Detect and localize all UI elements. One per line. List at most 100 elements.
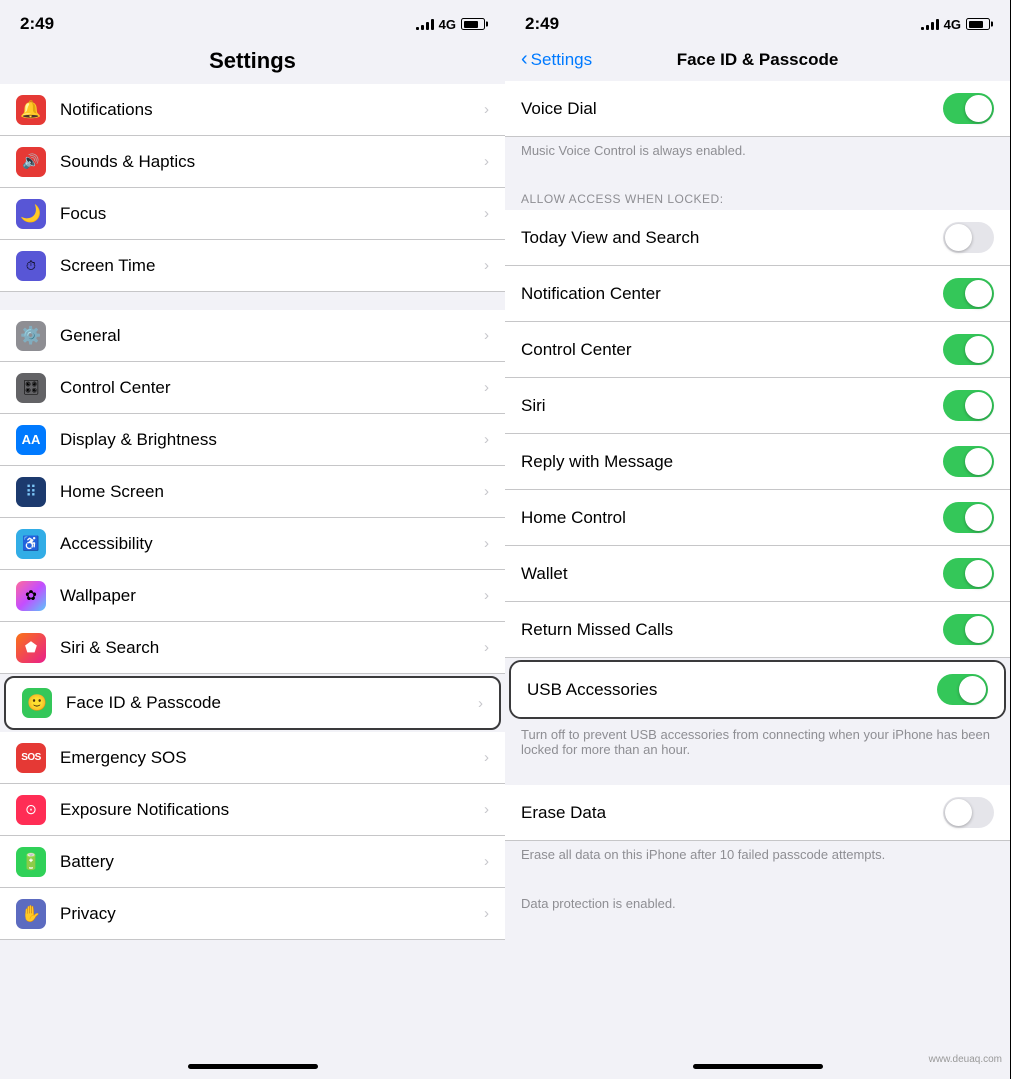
usb-accessories-label: USB Accessories — [527, 680, 937, 700]
erase-data-label: Erase Data — [521, 803, 943, 823]
home-indicator-left — [188, 1064, 318, 1069]
voice-dial-row[interactable]: Voice Dial — [505, 81, 1010, 137]
wallpaper-icon: ✿ — [16, 581, 46, 611]
accessibility-label: Accessibility — [60, 534, 484, 554]
settings-row-siri[interactable]: ⬟ Siri & Search › — [0, 622, 505, 674]
face-id-label: Face ID & Passcode — [66, 693, 478, 713]
notification-center-toggle[interactable] — [943, 278, 994, 309]
erase-note: Erase all data on this iPhone after 10 f… — [505, 841, 1010, 872]
privacy-icon: ✋ — [16, 899, 46, 929]
wallet-knob — [965, 560, 992, 587]
display-label: Display & Brightness — [60, 430, 484, 450]
status-bar-right: 2:49 4G — [505, 0, 1010, 40]
voice-dial-toggle[interactable] — [943, 93, 994, 124]
section-gap-1 — [0, 292, 505, 310]
chevron-control-center: › — [484, 379, 489, 396]
emergency-icon: SOS — [16, 743, 46, 773]
notification-center-row[interactable]: Notification Center — [505, 266, 1010, 322]
settings-row-privacy[interactable]: ✋ Privacy › — [0, 888, 505, 940]
emergency-label: Emergency SOS — [60, 748, 484, 768]
settings-row-general[interactable]: ⚙️ General › — [0, 310, 505, 362]
settings-row-battery[interactable]: 🔋 Battery › — [0, 836, 505, 888]
settings-group-1: 🔔 Notifications › 🔊 Sounds & Haptics › 🌙… — [0, 84, 505, 292]
chevron-siri: › — [484, 639, 489, 656]
chevron-display: › — [484, 431, 489, 448]
back-button[interactable]: ‹ Settings — [521, 48, 592, 71]
settings-row-screen-time[interactable]: ⏱ Screen Time › — [0, 240, 505, 292]
control-center-label-r: Control Center — [521, 340, 943, 360]
reply-message-row[interactable]: Reply with Message — [505, 434, 1010, 490]
today-view-label: Today View and Search — [521, 228, 943, 248]
settings-row-focus[interactable]: 🌙 Focus › — [0, 188, 505, 240]
signal-icon-right — [921, 18, 939, 30]
return-missed-row[interactable]: Return Missed Calls — [505, 602, 1010, 658]
voice-dial-group: Voice Dial Music Voice Control is always… — [505, 81, 1010, 168]
settings-row-emergency[interactable]: SOS Emergency SOS › — [0, 732, 505, 784]
today-view-toggle[interactable] — [943, 222, 994, 253]
face-id-icon: 🙂 — [22, 688, 52, 718]
notification-center-label: Notification Center — [521, 284, 943, 304]
return-missed-toggle[interactable] — [943, 614, 994, 645]
chevron-privacy: › — [484, 905, 489, 922]
settings-row-home-screen[interactable]: ⠿ Home Screen › — [0, 466, 505, 518]
settings-row-notifications[interactable]: 🔔 Notifications › — [0, 84, 505, 136]
sounds-label: Sounds & Haptics — [60, 152, 484, 172]
wallet-toggle[interactable] — [943, 558, 994, 589]
usb-accessories-toggle[interactable] — [937, 674, 988, 705]
home-control-row[interactable]: Home Control — [505, 490, 1010, 546]
section-gap-4 — [505, 872, 1010, 890]
usb-accessories-row[interactable]: USB Accessories — [511, 662, 1004, 717]
settings-list: 🔔 Notifications › 🔊 Sounds & Haptics › 🌙… — [0, 84, 505, 1056]
time-right: 2:49 — [525, 14, 559, 34]
home-screen-label: Home Screen — [60, 482, 484, 502]
home-control-toggle[interactable] — [943, 502, 994, 533]
settings-row-accessibility[interactable]: ♿ Accessibility › — [0, 518, 505, 570]
erase-data-row[interactable]: Erase Data — [505, 785, 1010, 841]
settings-header: Settings — [0, 40, 505, 84]
control-center-toggle[interactable] — [943, 334, 994, 365]
wallet-label: Wallet — [521, 564, 943, 584]
chevron-focus: › — [484, 205, 489, 222]
chevron-screen-time: › — [484, 257, 489, 274]
siri-toggle[interactable] — [943, 390, 994, 421]
settings-row-sounds[interactable]: 🔊 Sounds & Haptics › — [0, 136, 505, 188]
settings-row-face-id[interactable]: 🙂 Face ID & Passcode › — [4, 676, 501, 730]
chevron-battery: › — [484, 853, 489, 870]
settings-row-display[interactable]: AA Display & Brightness › — [0, 414, 505, 466]
control-center-label: Control Center — [60, 378, 484, 398]
today-view-row[interactable]: Today View and Search — [505, 210, 1010, 266]
settings-row-exposure[interactable]: ⊙ Exposure Notifications › — [0, 784, 505, 836]
siri-knob — [965, 392, 992, 419]
right-panel: 2:49 4G ‹ Settings Face ID & Passcode V — [505, 0, 1010, 1079]
voice-dial-label: Voice Dial — [521, 99, 943, 119]
settings-row-wallpaper[interactable]: ✿ Wallpaper › — [0, 570, 505, 622]
focus-label: Focus — [60, 204, 484, 224]
erase-data-knob — [945, 799, 972, 826]
section-gap-2 — [505, 168, 1010, 186]
usb-note: Turn off to prevent USB accessories from… — [505, 721, 1010, 767]
display-icon: AA — [16, 425, 46, 455]
settings-row-control-center[interactable]: 🎛 Control Center › — [0, 362, 505, 414]
voice-dial-note: Music Voice Control is always enabled. — [505, 137, 1010, 168]
wallet-row[interactable]: Wallet — [505, 546, 1010, 602]
sounds-icon: 🔊 — [16, 147, 46, 177]
reply-message-toggle[interactable] — [943, 446, 994, 477]
erase-data-toggle[interactable] — [943, 797, 994, 828]
status-bar-left: 2:49 4G — [0, 0, 505, 40]
siri-row[interactable]: Siri — [505, 378, 1010, 434]
faceid-content: Voice Dial Music Voice Control is always… — [505, 81, 1010, 1056]
chevron-sounds: › — [484, 153, 489, 170]
chevron-notifications: › — [484, 101, 489, 118]
siri-label: Siri & Search — [60, 638, 484, 658]
allow-access-group: ALLOW ACCESS WHEN LOCKED: Today View and… — [505, 186, 1010, 658]
battery-icon-right — [966, 18, 990, 30]
chevron-exposure: › — [484, 801, 489, 818]
general-label: General — [60, 326, 484, 346]
chevron-general: › — [484, 327, 489, 344]
notifications-icon: 🔔 — [16, 95, 46, 125]
privacy-label: Privacy — [60, 904, 484, 924]
reply-message-knob — [965, 448, 992, 475]
general-icon: ⚙️ — [16, 321, 46, 351]
control-center-row[interactable]: Control Center — [505, 322, 1010, 378]
chevron-home-screen: › — [484, 483, 489, 500]
